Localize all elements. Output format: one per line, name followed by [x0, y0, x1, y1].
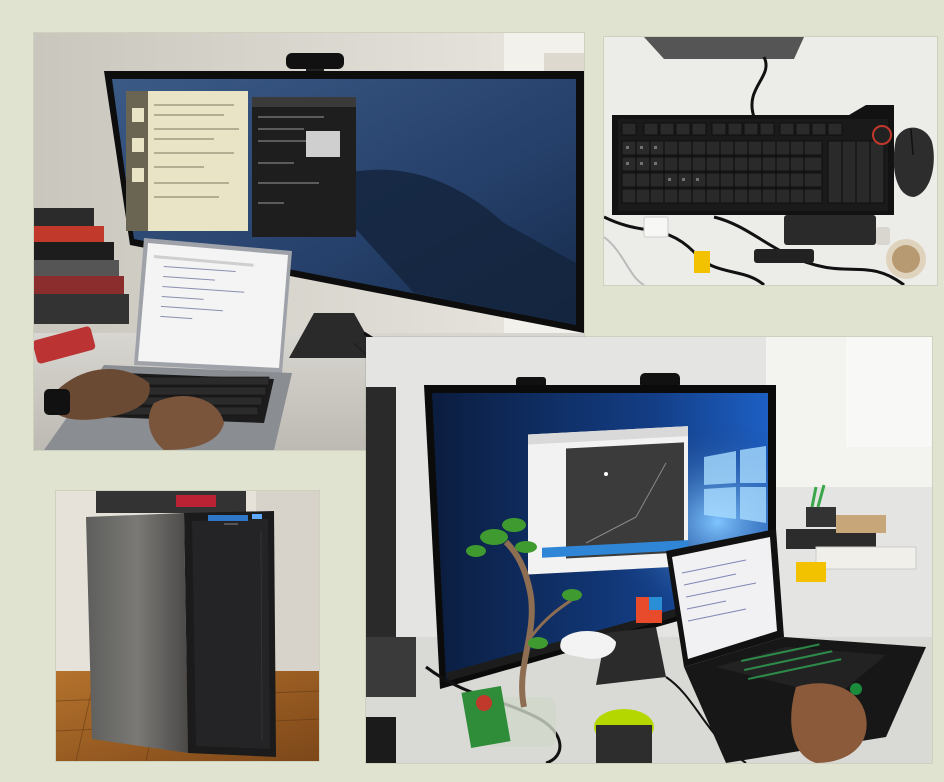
photo-mechanical-keyboard: [604, 37, 937, 285]
pc-tower-image: [56, 491, 319, 761]
windows-workstation-image: [366, 337, 932, 763]
mechanical-keyboard-image: [604, 37, 937, 285]
photo-pc-tower: [56, 491, 319, 761]
photo-windows-workstation: [366, 337, 932, 763]
